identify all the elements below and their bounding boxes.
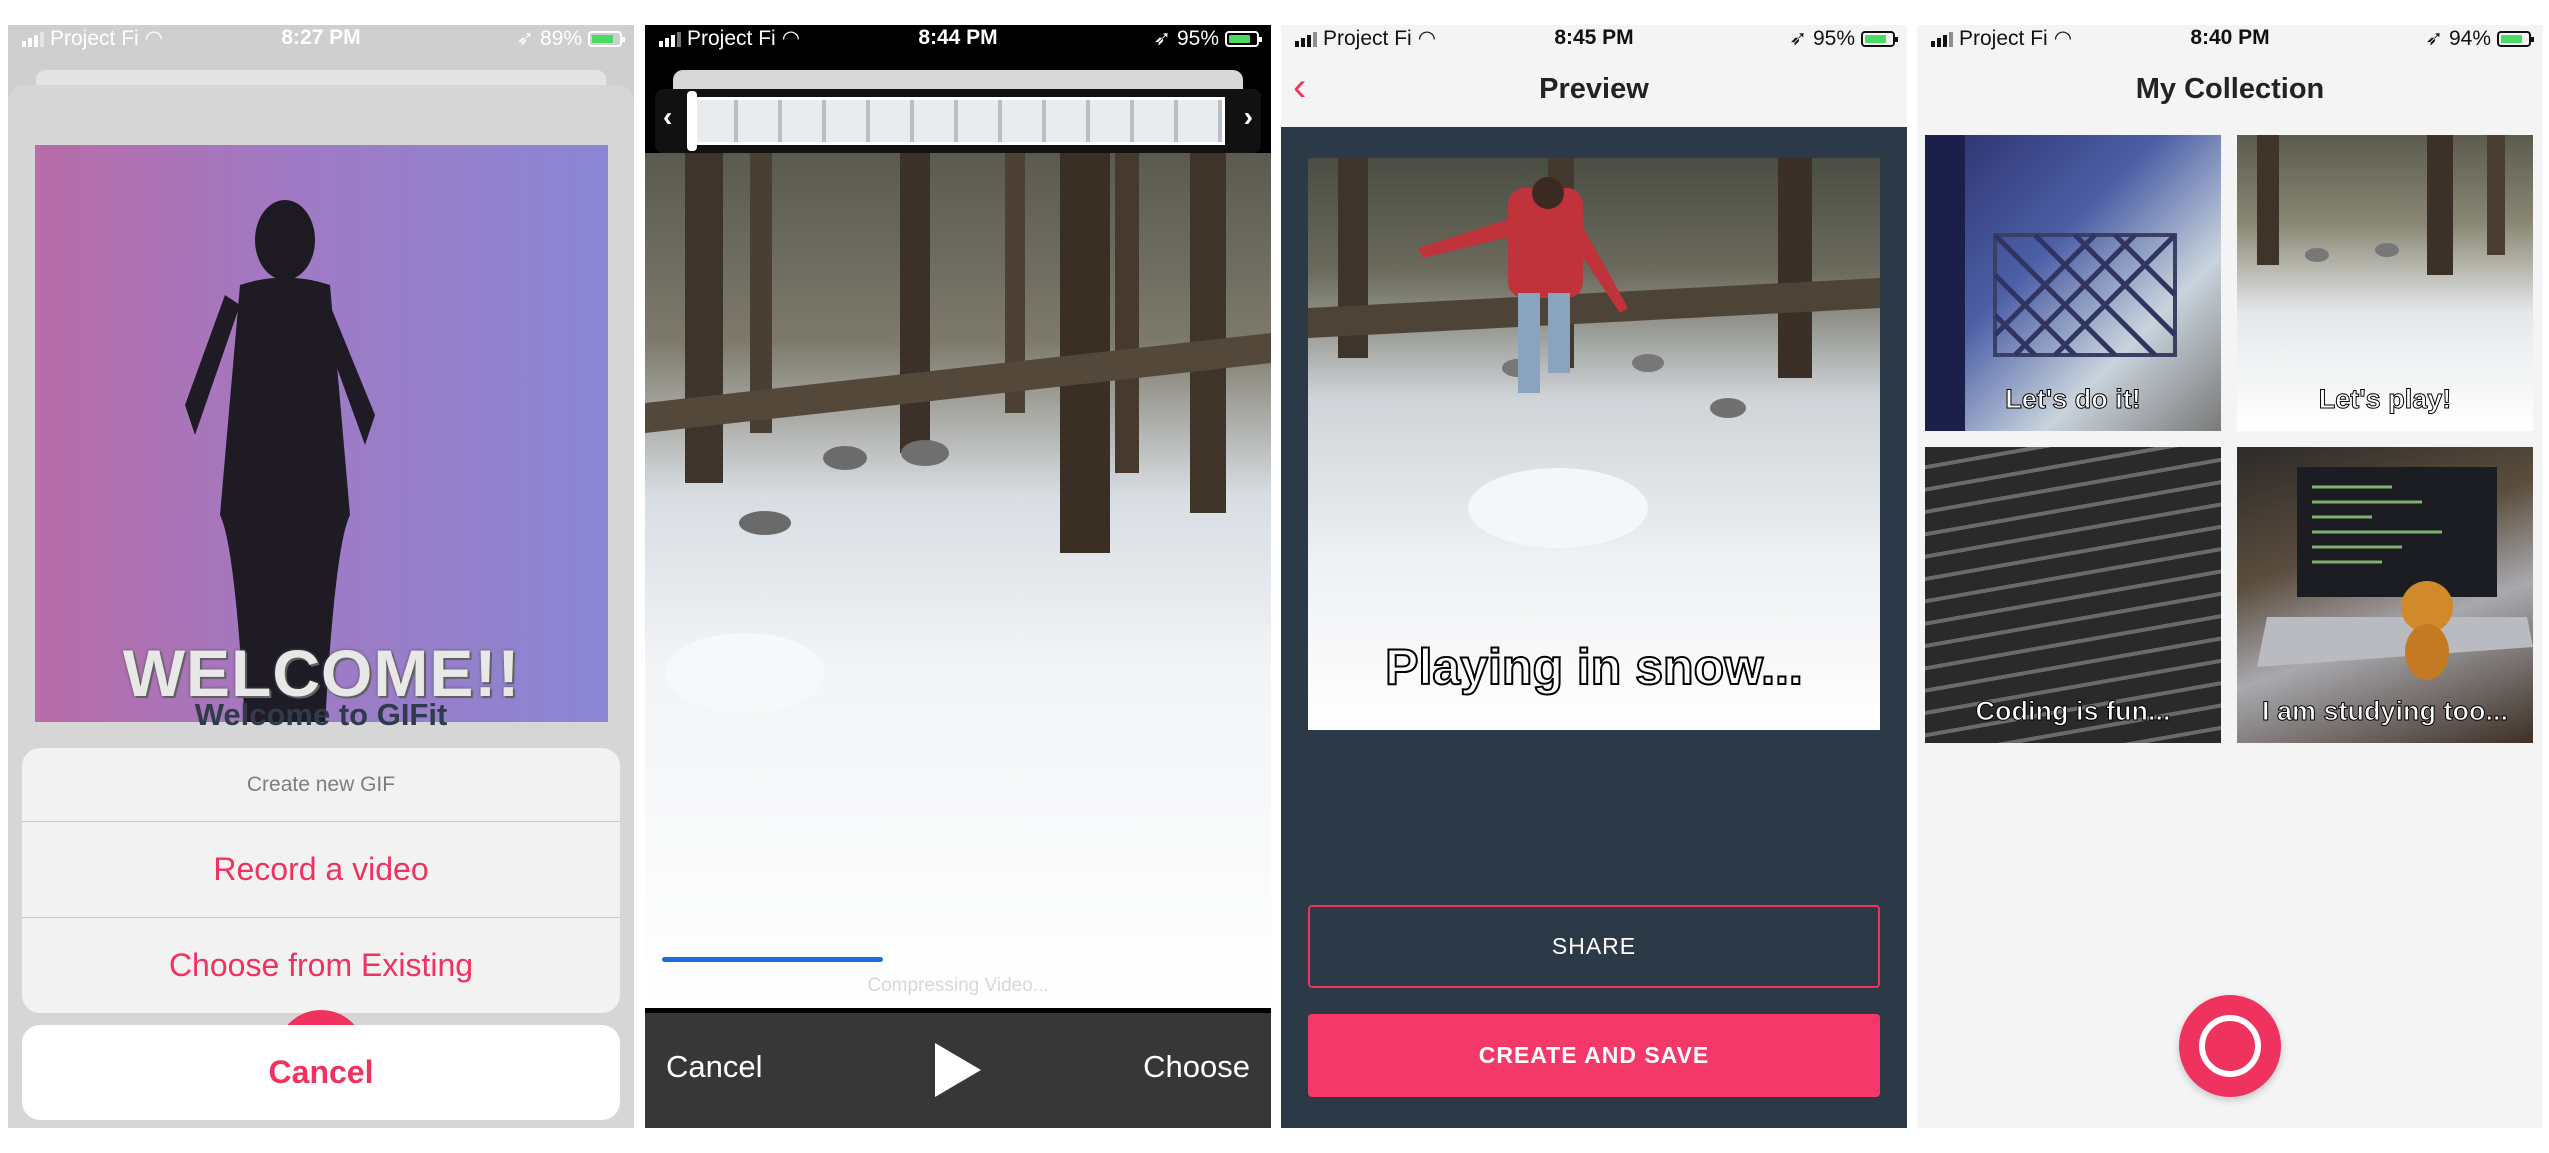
battery-icon bbox=[588, 30, 625, 47]
gif-caption: I am studying too... bbox=[2261, 696, 2508, 727]
trim-left-arrow-icon[interactable]: ‹ bbox=[663, 101, 672, 133]
status-bar: Project Fi ◠ 8:44 PM ➶ 95% bbox=[645, 25, 1271, 51]
gif-caption: Let's play! bbox=[2318, 384, 2452, 415]
forest-scene-image bbox=[645, 153, 1271, 713]
compress-progress-fill bbox=[662, 957, 883, 962]
action-sheet: Create new GIF Record a video Choose fro… bbox=[22, 748, 620, 1013]
location-icon: ➶ bbox=[1153, 27, 1171, 50]
battery-percent: 89% bbox=[539, 26, 582, 50]
page-title: Preview bbox=[1539, 73, 1649, 105]
welcome-title: Welcome to GIFit bbox=[194, 697, 448, 732]
location-icon: ➶ bbox=[1789, 27, 1807, 50]
nav-bar: Project Fi ◠ 8:45 PM ➶ 95% ‹ Preview bbox=[1281, 25, 1907, 127]
welcome-gif: WELCOME!! bbox=[35, 145, 608, 722]
gif-tile[interactable]: Coding is fun... bbox=[1925, 447, 2221, 743]
cancel-button[interactable]: Cancel bbox=[666, 1049, 763, 1085]
battery-icon bbox=[1861, 30, 1898, 47]
status-bar: Project Fi ◠ 8:45 PM ➶ 95% bbox=[1281, 25, 1907, 51]
record-button[interactable] bbox=[2179, 995, 2281, 1097]
screen-welcome: Project Fi ◠ 8:27 PM ➶ 89% WELCOME!! Welco… bbox=[8, 25, 634, 1128]
page-title: My Collection bbox=[2135, 73, 2325, 105]
battery-percent: 95% bbox=[1176, 26, 1219, 50]
compress-status-text: Compressing Video... bbox=[867, 975, 1049, 996]
record-ring-icon bbox=[2199, 1015, 2261, 1077]
battery-icon bbox=[2497, 30, 2534, 47]
trim-timeline[interactable]: ‹ › bbox=[655, 89, 1261, 153]
battery-icon bbox=[1225, 30, 1262, 47]
cancel-button[interactable]: Cancel bbox=[22, 1025, 620, 1120]
trim-playhead[interactable] bbox=[687, 91, 697, 151]
battery-percent: 95% bbox=[1812, 26, 1855, 50]
video-frame bbox=[645, 153, 1271, 1008]
record-video-option[interactable]: Record a video bbox=[22, 821, 620, 917]
gif-preview: Playing in snow... bbox=[1308, 158, 1880, 730]
choose-button[interactable]: Choose bbox=[1143, 1049, 1250, 1085]
choose-existing-option[interactable]: Choose from Existing bbox=[22, 917, 620, 1013]
compress-progress-bar bbox=[662, 957, 1258, 962]
play-icon[interactable] bbox=[935, 1043, 981, 1097]
screen-collection: Project Fi ◠ 8:40 PM ➶ 94% My Collection L… bbox=[1917, 25, 2543, 1128]
status-bar: Project Fi ◠ 8:40 PM ➶ 94% bbox=[1917, 25, 2543, 51]
battery-percent: 94% bbox=[2448, 26, 2491, 50]
video-toolbar: Cancel Choose bbox=[645, 1013, 1271, 1128]
gif-caption: Let's do it! bbox=[2005, 384, 2141, 415]
create-and-save-button[interactable]: CREATE AND SAVE bbox=[1308, 1014, 1880, 1097]
gif-grid: Let's do it! Let's play! Coding is fun..… bbox=[1925, 135, 2535, 745]
location-icon: ➶ bbox=[2425, 27, 2443, 50]
status-bar: Project Fi ◠ 8:27 PM ➶ 89% bbox=[8, 25, 634, 51]
share-button[interactable]: SHARE bbox=[1308, 905, 1880, 988]
trim-right-arrow-icon[interactable]: › bbox=[1244, 101, 1253, 133]
action-sheet-header: Create new GIF bbox=[246, 772, 396, 796]
frame-strip bbox=[691, 97, 1225, 145]
gif-caption: Playing in snow... bbox=[1384, 638, 1804, 696]
screen-preview: Project Fi ◠ 8:45 PM ➶ 95% ‹ Preview Playi… bbox=[1281, 25, 1907, 1128]
location-icon: ➶ bbox=[516, 27, 534, 50]
screen-trim-video: Project Fi ◠ 8:44 PM ➶ 95% ‹ › Compressing… bbox=[645, 25, 1271, 1128]
gif-tile[interactable]: I am studying too... bbox=[2237, 447, 2533, 743]
gif-caption: Coding is fun... bbox=[1975, 696, 2171, 727]
gif-tile[interactable]: Let's do it! bbox=[1925, 135, 2221, 431]
gif-tile[interactable]: Let's play! bbox=[2237, 135, 2533, 431]
